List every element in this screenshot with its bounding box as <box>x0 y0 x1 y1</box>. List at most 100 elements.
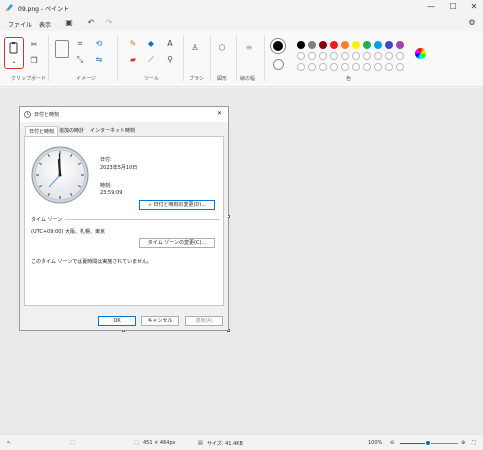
group-label-colors: 色 <box>346 76 352 82</box>
settings-icon[interactable]: ⚙ <box>467 18 477 28</box>
divider <box>117 35 118 81</box>
color-swatch-empty[interactable] <box>319 63 327 71</box>
color-swatch-empty[interactable] <box>308 52 316 60</box>
group-label-size: 線の幅 <box>240 76 256 82</box>
color-swatch-empty[interactable] <box>363 63 371 71</box>
redo-icon[interactable]: ↷ <box>104 18 114 28</box>
file-size: サイズ: 41.4KB <box>207 441 243 447</box>
text-icon[interactable]: A <box>165 39 175 49</box>
maximize-button[interactable]: ☐ <box>446 2 460 12</box>
color-swatch-empty[interactable] <box>385 52 393 60</box>
canvas-size-icon: ⬚ <box>134 440 139 446</box>
color-swatch-empty[interactable] <box>352 52 360 60</box>
color-palette-row <box>297 41 407 50</box>
brush-icon[interactable]: ♙ <box>190 43 200 53</box>
dst-note: このタイム ゾーンでは夏時間は実施されていません。 <box>31 259 152 265</box>
apply-button[interactable]: 適用(A) <box>185 316 223 326</box>
canvas-dimensions: 451 × 464px <box>143 440 176 446</box>
cut-icon[interactable]: ✂ <box>29 40 39 50</box>
group-label-tools: ツール <box>144 76 160 82</box>
shapes-icon[interactable]: ⬡ <box>217 43 227 53</box>
time-value: 23:59:09 <box>100 190 123 196</box>
color-swatch-empty[interactable] <box>396 63 404 71</box>
crop-icon[interactable]: ⌗ <box>75 39 85 49</box>
color-swatch-empty[interactable] <box>330 52 338 60</box>
color-swatch-empty[interactable] <box>396 52 404 60</box>
color-swatch-empty[interactable] <box>341 52 349 60</box>
close-window-button[interactable]: ✕ <box>467 2 481 12</box>
zoom-in-icon[interactable]: ⊕ <box>461 440 465 446</box>
paste-button[interactable]: ⌄ <box>4 37 24 69</box>
analog-clock <box>30 145 90 205</box>
color-swatch-empty[interactable] <box>363 52 371 60</box>
color-swatch[interactable] <box>396 41 404 49</box>
fill-icon[interactable]: ◆ <box>146 39 156 49</box>
color-swatch-empty[interactable] <box>352 63 360 71</box>
line-width-icon[interactable]: ≡ <box>244 43 254 53</box>
color-swatch-empty[interactable] <box>297 52 305 60</box>
status-bar: ↖ ⬚ ⬚ 451 × 464px ▤ サイズ: 41.4KB 100% ⊖ ⊕… <box>0 434 483 450</box>
group-label-clipboard: クリップボード <box>11 76 47 82</box>
resize-icon[interactable]: ⤡ <box>75 55 85 65</box>
change-timezone-button[interactable]: タイム ゾーンの変更(C)... <box>139 238 215 248</box>
divider <box>48 35 49 81</box>
color-swatch[interactable] <box>319 41 327 49</box>
menu-file[interactable]: ファイル <box>8 20 32 29</box>
pointer-position-icon: ↖ <box>7 440 12 446</box>
color-swatch[interactable] <box>308 41 316 49</box>
fit-to-window-icon[interactable]: ⛶ <box>472 440 476 446</box>
menu-view[interactable]: 表示 <box>39 20 51 29</box>
secondary-color[interactable] <box>273 59 284 70</box>
menu-bar: ファイル 表示 ▣ ↶ ↷ ⚙ <box>0 16 483 31</box>
save-icon[interactable]: ▣ <box>64 18 74 28</box>
copy-icon[interactable]: ❐ <box>29 56 39 66</box>
group-label-shapes: 図形 <box>217 76 228 82</box>
color-picker-icon[interactable]: ⟋ <box>146 55 156 65</box>
dialog-close-button[interactable]: ✕ <box>217 110 222 117</box>
time-label: 時刻: <box>100 183 112 189</box>
divider <box>210 35 211 81</box>
minimize-button[interactable]: — <box>424 2 438 12</box>
color-swatch[interactable] <box>341 41 349 49</box>
color-swatch-empty[interactable] <box>308 63 316 71</box>
color-swatch[interactable] <box>352 41 360 49</box>
dialog-title: 日付と時刻 <box>34 112 60 118</box>
color-swatch-empty[interactable] <box>330 63 338 71</box>
primary-color[interactable] <box>271 39 285 53</box>
edit-colors-icon[interactable] <box>415 48 426 59</box>
date-label: 日付: <box>100 157 112 163</box>
cancel-button[interactable]: キャンセル <box>141 316 179 326</box>
color-swatch-empty[interactable] <box>297 63 305 71</box>
color-swatch-empty[interactable] <box>319 52 327 60</box>
clock-icon <box>24 111 31 118</box>
zoom-slider-fill <box>400 443 428 444</box>
eraser-icon[interactable]: ▰ <box>128 55 138 65</box>
zoom-slider-thumb[interactable] <box>425 440 431 446</box>
color-swatch[interactable] <box>363 41 371 49</box>
flip-icon[interactable]: ⇋ <box>94 55 104 65</box>
ok-button[interactable]: OK <box>98 316 136 326</box>
color-palette-row <box>297 63 407 72</box>
rotate-icon[interactable]: ⟲ <box>94 39 104 49</box>
shield-icon: ◈ <box>148 202 152 208</box>
undo-icon[interactable]: ↶ <box>86 18 96 28</box>
selection-size-icon: ⬚ <box>70 440 75 446</box>
change-datetime-label: 日付と時刻の変更(D)... <box>153 202 206 208</box>
color-swatch-empty[interactable] <box>374 63 382 71</box>
timezone-value: (UTC+09:00) 大阪、札幌、東京 <box>31 229 106 235</box>
select-icon[interactable] <box>55 40 69 58</box>
pencil-icon[interactable]: ✎ <box>128 39 138 49</box>
color-swatch-empty[interactable] <box>341 63 349 71</box>
ribbon-toolbar: ⌄ ✂ ❐ クリップボード ⌗ ⤡ ⟲ ⇋ イメージ ✎ ◆ A ▰ ⟋ ⚲ ツ… <box>0 31 483 87</box>
change-datetime-button[interactable]: ◈ 日付と時刻の変更(D)... <box>139 200 215 210</box>
color-swatch-empty[interactable] <box>374 52 382 60</box>
magnifier-icon[interactable]: ⚲ <box>165 55 175 65</box>
color-swatch-empty[interactable] <box>385 63 393 71</box>
color-swatch[interactable] <box>330 41 338 49</box>
color-swatch[interactable] <box>374 41 382 49</box>
chevron-down-icon: ⌄ <box>11 58 17 65</box>
color-swatch[interactable] <box>297 41 305 49</box>
zoom-out-icon[interactable]: ⊖ <box>390 440 394 446</box>
color-swatch[interactable] <box>385 41 393 49</box>
zoom-level: 100% <box>368 440 383 446</box>
